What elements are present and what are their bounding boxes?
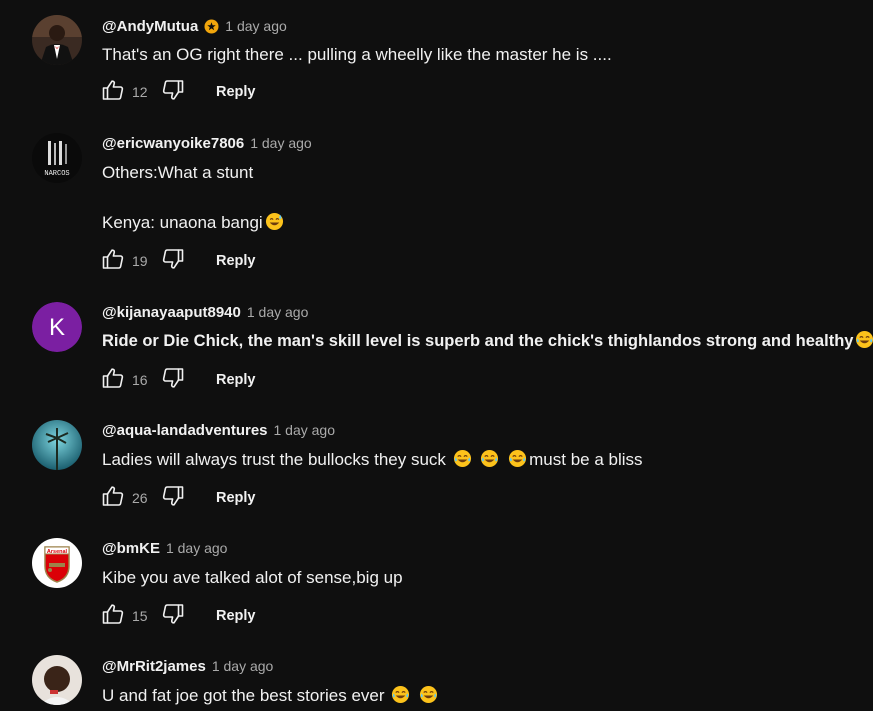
- avatar[interactable]: K: [32, 302, 82, 352]
- avatar[interactable]: Arsenal: [32, 538, 82, 588]
- like-button[interactable]: [100, 79, 126, 105]
- thumbs-down-icon: [161, 366, 185, 395]
- thumbs-up-icon: [101, 247, 125, 276]
- tears-of-joy-emoji: [480, 449, 499, 468]
- like-count: 26: [132, 490, 148, 506]
- like-count: 15: [132, 608, 148, 624]
- tears-of-joy-emoji: [453, 449, 472, 468]
- comment-header: @MrRit2james 1 day ago: [102, 656, 273, 676]
- comment-header: @ericwanyoike7806 1 day ago: [102, 133, 312, 153]
- author-handle[interactable]: @ericwanyoike7806: [102, 135, 244, 152]
- comment-text-segment: Ladies will always trust the bullocks th…: [102, 450, 446, 469]
- reply-button[interactable]: Reply: [216, 84, 256, 100]
- comment-text: Ladies will always trust the bullocks th…: [102, 449, 643, 471]
- like-count: 16: [132, 372, 148, 388]
- thumbs-down-icon: [161, 247, 185, 276]
- comment-header: @bmKE 1 day ago: [102, 538, 227, 558]
- comment-text: U and fat joe got the best stories ever: [102, 685, 440, 707]
- dislike-button[interactable]: [160, 367, 186, 393]
- dislike-button[interactable]: [160, 79, 186, 105]
- author-handle[interactable]: @kijanayaaput8940: [102, 304, 241, 321]
- comment-text-segment: U and fat joe got the best stories ever: [102, 686, 385, 705]
- comment-timestamp[interactable]: 1 day ago: [250, 135, 312, 151]
- avatar-text: NARCOS: [44, 170, 69, 178]
- like-button[interactable]: [100, 603, 126, 629]
- dislike-button[interactable]: [160, 603, 186, 629]
- comment-text: Others:What a stunt: [102, 163, 254, 182]
- like-count: 19: [132, 253, 148, 269]
- dislike-button[interactable]: [160, 485, 186, 511]
- comment-timestamp[interactable]: 1 day ago: [274, 422, 336, 438]
- comment-timestamp[interactable]: 1 day ago: [212, 658, 274, 674]
- comment-actions: 12 Reply: [100, 79, 256, 105]
- comment-actions: 26 Reply: [100, 485, 256, 511]
- like-count: 12: [132, 84, 148, 100]
- avatar-letter: K: [49, 314, 65, 341]
- comment-header: @aqua-landadventures 1 day ago: [102, 420, 335, 440]
- avatar[interactable]: [32, 655, 82, 705]
- tears-of-joy-emoji: [508, 449, 527, 468]
- comment-text: That's an OG right there ... pulling a w…: [102, 45, 612, 64]
- comment-text-segment: must be a bliss: [529, 450, 643, 469]
- comment-text-segment: Kenya: unaona bangi: [102, 213, 263, 232]
- comment-timestamp[interactable]: 1 day ago: [166, 540, 228, 556]
- avatar-text: Arsenal: [47, 549, 68, 555]
- comment-actions: 19 Reply: [100, 248, 256, 274]
- comment-text: Kibe you ave talked alot of sense,big up: [102, 568, 403, 587]
- thumbs-down-icon: [161, 602, 185, 631]
- author-handle[interactable]: @MrRit2james: [102, 658, 206, 675]
- thumbs-up-icon: [101, 78, 125, 107]
- comment-text-segment: Ride or Die Chick, the man's skill level…: [102, 332, 854, 350]
- comment-header: @kijanayaaput8940 1 day ago: [102, 302, 308, 322]
- thumbs-down-icon: [161, 78, 185, 107]
- author-handle[interactable]: @AndyMutua: [102, 18, 198, 35]
- comment-header: @AndyMutua 1 day ago: [102, 16, 287, 36]
- avatar[interactable]: [32, 420, 82, 470]
- tears-of-joy-emoji: [419, 685, 438, 704]
- like-button[interactable]: [100, 248, 126, 274]
- reply-button[interactable]: Reply: [216, 253, 256, 269]
- comment-text: Kenya: unaona bangi: [102, 212, 286, 234]
- thumbs-down-icon: [161, 484, 185, 513]
- comment-actions: 16 Reply: [100, 367, 256, 393]
- like-button[interactable]: [100, 485, 126, 511]
- comment-timestamp[interactable]: 1 day ago: [225, 18, 287, 34]
- reply-button[interactable]: Reply: [216, 608, 256, 624]
- verified-badge-icon: [204, 19, 219, 34]
- reply-button[interactable]: Reply: [216, 490, 256, 506]
- thumbs-up-icon: [101, 366, 125, 395]
- tears-of-joy-emoji: [855, 330, 873, 349]
- dislike-button[interactable]: [160, 248, 186, 274]
- grinning-sweat-emoji: [265, 212, 284, 231]
- author-handle[interactable]: @aqua-landadventures: [102, 422, 268, 439]
- comment-text: Ride or Die Chick, the man's skill level…: [102, 330, 873, 352]
- comment-timestamp[interactable]: 1 day ago: [247, 304, 309, 320]
- comment-actions: 15 Reply: [100, 603, 256, 629]
- tears-of-joy-emoji: [391, 685, 410, 704]
- author-handle[interactable]: @bmKE: [102, 540, 160, 557]
- avatar[interactable]: [32, 15, 82, 65]
- like-button[interactable]: [100, 367, 126, 393]
- avatar[interactable]: NARCOS: [32, 133, 82, 183]
- thumbs-up-icon: [101, 602, 125, 631]
- thumbs-up-icon: [101, 484, 125, 513]
- reply-button[interactable]: Reply: [216, 372, 256, 388]
